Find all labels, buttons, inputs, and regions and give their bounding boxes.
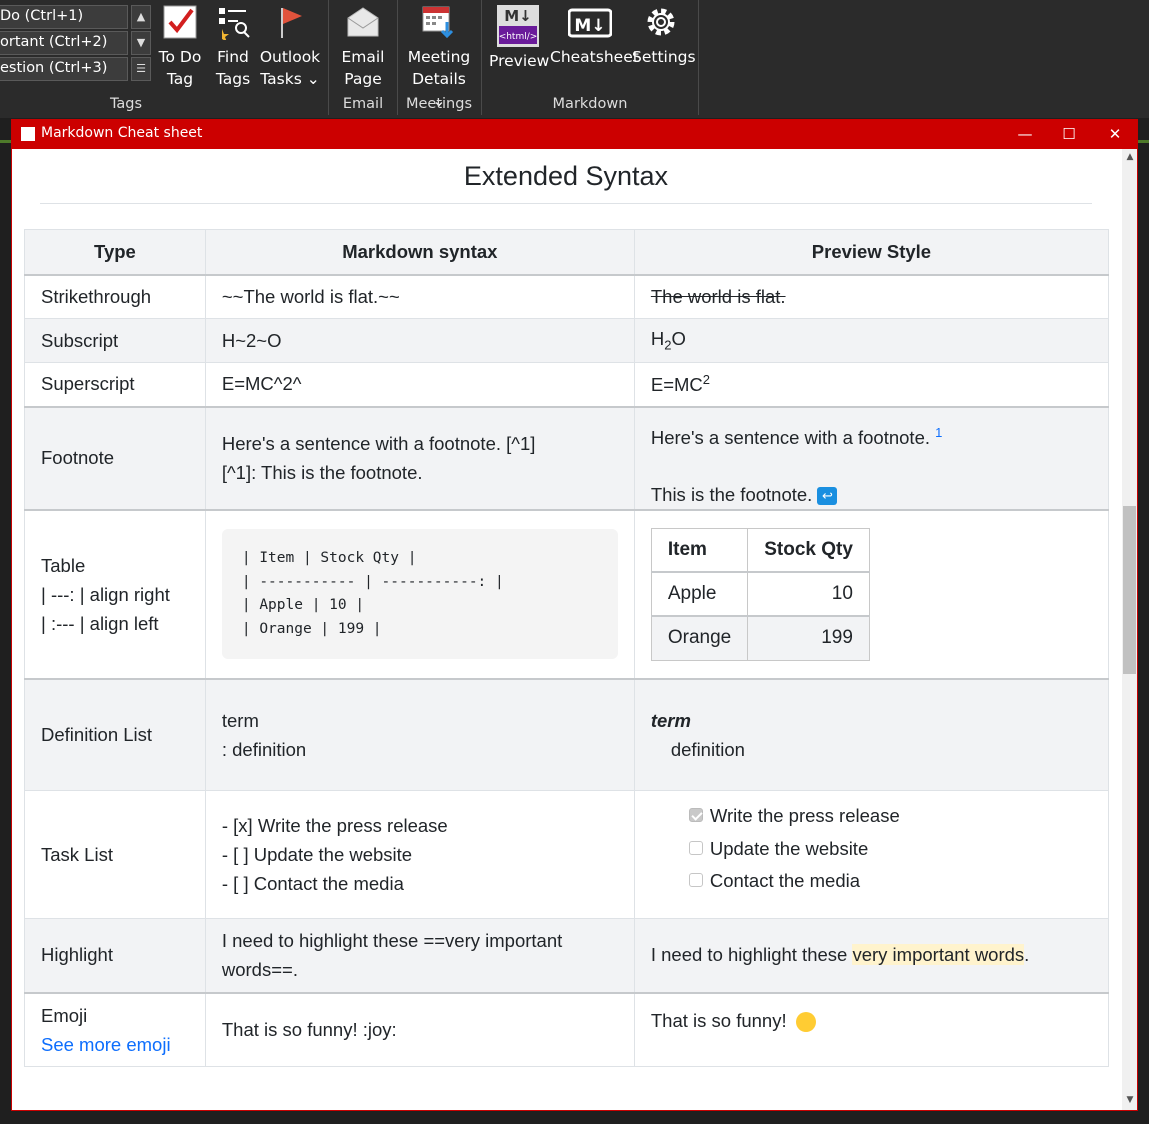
row-syntax: I need to highlight these ==very importa… — [204, 918, 635, 994]
row-type: Strikethrough — [24, 274, 206, 319]
outlook-flag-icon — [281, 8, 302, 38]
markdown-html-preview-icon: M↓ <html/> — [497, 5, 539, 47]
row-type: Footnote — [24, 405, 206, 511]
row-preview: The world is flat. — [633, 274, 1110, 319]
todo-tag-button[interactable]: To Do Tag — [155, 4, 205, 90]
markdown-logo-icon: M↓ — [568, 8, 612, 38]
row-syntax: | Item | Stock Qty | | ----------- | ---… — [204, 508, 635, 680]
tag-item-question[interactable]: estion (Ctrl+3) — [0, 57, 128, 81]
table-row: Emoji See more emoji That is so funny! :j… — [24, 991, 1110, 1068]
email-page-button[interactable]: Email Page — [338, 4, 388, 90]
code-block: | Item | Stock Qty | | ----------- | ---… — [221, 529, 618, 660]
settings-button[interactable]: Settings — [632, 4, 696, 68]
row-preview: Item Stock Qty Apple 10 Orange 199 — [633, 508, 1110, 680]
task-checkbox[interactable] — [688, 840, 703, 855]
header-syntax: Markdown syntax — [204, 229, 635, 276]
task-checkbox[interactable] — [688, 873, 703, 888]
vertical-scrollbar[interactable]: ▲ ▼ — [1122, 149, 1137, 1110]
email-envelope-icon — [347, 7, 379, 37]
row-preview: I need to highlight these very important… — [633, 918, 1110, 994]
page-heading: Extended Syntax — [40, 161, 1092, 204]
group-label-email: Email — [342, 96, 384, 112]
row-type: Highlight — [24, 918, 206, 994]
svg-text:M↓: M↓ — [574, 16, 605, 36]
find-tags-icon — [219, 8, 250, 40]
tags-expand[interactable]: ☰ — [131, 57, 151, 81]
meeting-details-icon — [422, 6, 454, 39]
tags-scroll-down[interactable]: ▼ — [131, 31, 151, 55]
close-button[interactable]: ✕ — [1092, 120, 1137, 149]
row-type: Definition List — [24, 677, 206, 792]
header-preview: Preview Style — [633, 229, 1110, 276]
table-row: Highlight I need to highlight these ==ve… — [24, 918, 1110, 994]
row-syntax: H~2~O — [204, 318, 635, 363]
table-header-row: Type Markdown syntax Preview Style — [24, 229, 1110, 276]
svg-text:<html/>: <html/> — [499, 32, 538, 42]
todo-check-icon — [163, 5, 197, 39]
scroll-up-arrow[interactable]: ▲ — [1122, 152, 1137, 162]
row-preview: Here's a sentence with a footnote. 1 Thi… — [633, 405, 1110, 511]
footnote-backref-icon[interactable]: ↩ — [817, 486, 838, 505]
row-type: Emoji See more emoji — [24, 991, 206, 1068]
svg-text:M↓: M↓ — [504, 7, 532, 25]
tags-scroll-up[interactable]: ▲ — [131, 5, 151, 29]
table-row: Definition List term: definition term def… — [24, 677, 1110, 792]
table-row: Subscript H~2~O H2O — [24, 318, 1110, 363]
app-icon — [21, 127, 35, 141]
window-title: Markdown Cheat sheet — [41, 125, 203, 141]
group-label-tags: Tags — [109, 96, 143, 112]
row-syntax: E=MC^2^ — [204, 362, 635, 407]
joy-emoji-icon — [795, 1011, 816, 1032]
cheatsheet-window: Markdown Cheat sheet — ☐ ✕ Extended Synt… — [11, 119, 1138, 1111]
row-preview: term definition — [633, 677, 1110, 792]
cheatsheet-button[interactable]: M↓ Cheatsheet — [550, 4, 639, 68]
row-type: Task List — [24, 790, 206, 920]
row-type: Superscript — [24, 362, 206, 407]
find-tags-button[interactable]: Find Tags — [210, 4, 256, 90]
row-syntax: - [x] Write the press release - [ ] Updat… — [204, 790, 635, 920]
table-row: Task List - [x] Write the press release -… — [24, 790, 1110, 920]
window-titlebar[interactable]: Markdown Cheat sheet — ☐ ✕ — [12, 120, 1137, 149]
minimize-button[interactable]: — — [1002, 120, 1048, 149]
preview-table: Item Stock Qty Apple 10 Orange 199 — [650, 527, 870, 661]
header-type: Type — [24, 229, 206, 276]
row-preview: That is so funny! — [633, 991, 1110, 1068]
strike-preview: The world is flat. — [650, 285, 786, 307]
table-row: Table | ---: | align right | :--- | align … — [24, 508, 1110, 680]
table-row: Footnote Here's a sentence with a footno… — [24, 405, 1110, 511]
outlook-tasks-button[interactable]: Outlook Tasks ⌄ — [258, 4, 322, 90]
syntax-table: Type Markdown syntax Preview Style Strik… — [24, 229, 1110, 1068]
maximize-button[interactable]: ☐ — [1046, 120, 1092, 149]
highlighted-text: very important words — [852, 944, 1025, 966]
row-type: Subscript — [24, 318, 206, 363]
row-syntax: term: definition — [204, 677, 635, 792]
row-preview: H2O — [633, 318, 1110, 363]
row-preview: E=MC2 — [633, 362, 1110, 407]
tag-item-important[interactable]: ortant (Ctrl+2) — [0, 31, 128, 55]
preview-button[interactable]: M↓ <html/> Preview — [489, 4, 549, 72]
scroll-thumb[interactable] — [1123, 506, 1136, 674]
row-syntax: ~~The world is flat.~~ — [204, 274, 635, 319]
row-preview: Write the press release Update the websi… — [633, 790, 1110, 920]
task-checkbox-checked[interactable] — [688, 808, 703, 823]
scroll-down-arrow[interactable]: ▼ — [1122, 1095, 1137, 1105]
table-row: Strikethrough ~~The world is flat.~~ The… — [24, 274, 1110, 319]
row-type: Table | ---: | align right | :--- | align … — [24, 508, 206, 680]
row-syntax: That is so funny! :joy: — [204, 991, 635, 1068]
ribbon: Do (Ctrl+1) ortant (Ctrl+2) estion (Ctrl… — [0, 0, 1149, 118]
group-label-meetings: Meetings — [405, 96, 472, 112]
see-more-emoji-link[interactable]: See more emoji — [41, 1034, 171, 1055]
footnote-ref-link[interactable]: 1 — [935, 425, 942, 440]
gear-icon — [647, 8, 675, 36]
cheatsheet-content: Extended Syntax Type Markdown syntax Pre… — [12, 149, 1122, 1110]
tag-item-todo[interactable]: Do (Ctrl+1) — [0, 5, 128, 29]
group-label-markdown: Markdown — [552, 96, 628, 112]
row-syntax: Here's a sentence with a footnote. [^1][… — [204, 405, 635, 511]
table-row: Superscript E=MC^2^ E=MC2 — [24, 362, 1110, 407]
